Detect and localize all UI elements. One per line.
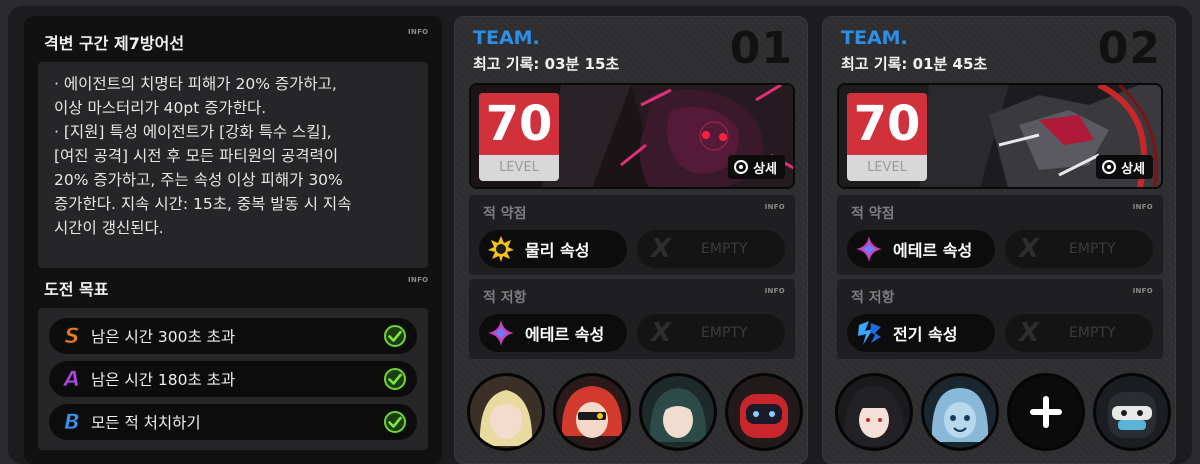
empty-label: EMPTY [701, 325, 748, 341]
agent-red-avatar[interactable] [553, 373, 631, 451]
description-line: [여진 공격] 시전 후 모든 파티원의 공격력이 [54, 147, 339, 165]
resistance-section: 적 저항 INFO 전기 속성 X EMPTY [837, 279, 1163, 359]
enemy-banner[interactable]: 70 LEVEL 상세 [837, 83, 1163, 189]
resistance-info-tag[interactable]: INFO [1133, 287, 1153, 295]
weakness-empty-slot: X EMPTY [637, 230, 785, 268]
enemy-banner[interactable]: 70 LEVEL 상세 [469, 83, 795, 189]
detail-label: 상세 [1121, 161, 1145, 177]
agent-bangboo-red-avatar[interactable] [725, 373, 803, 451]
resistance-attribute[interactable]: 에테르 속성 [479, 314, 627, 352]
description-line: 시간이 갱신된다. [54, 219, 164, 237]
power-icon [1102, 160, 1117, 174]
goals-list: S 남은 시간 300초 초과 A 남은 시간 180초 초과 B 모든 적 처… [38, 308, 428, 450]
team-number: 01 [729, 23, 793, 74]
empty-x-icon: X [651, 234, 672, 264]
check-icon [384, 368, 406, 390]
check-icon [384, 411, 406, 433]
resistance-info-tag[interactable]: INFO [765, 287, 785, 295]
empty-x-icon: X [1019, 234, 1040, 264]
level-value: 70 [479, 93, 559, 155]
empty-x-icon: X [1019, 318, 1040, 348]
resistance-empty-slot: X EMPTY [637, 314, 785, 352]
empty-label: EMPTY [1069, 325, 1116, 341]
weakness-attribute[interactable]: 물리 속성 [479, 230, 627, 268]
stage-info-panel: 격변 구간 제7방어선 INFO · 에이전트의 치명타 피해가 20% 증가하… [24, 16, 442, 464]
resistance-title: 적 저항 [483, 290, 527, 306]
goals-info-tag[interactable]: INFO [408, 276, 428, 284]
plus-icon [1030, 396, 1062, 428]
weakness-title: 적 약점 [851, 206, 895, 222]
goal-label: 모든 적 처치하기 [91, 414, 201, 432]
weakness-label: 물리 속성 [525, 241, 590, 260]
stage-description: · 에이전트의 치명타 피해가 20% 증가하고, 이상 마스터리가 40pt … [38, 62, 428, 268]
goal-item: A 남은 시간 180초 초과 [49, 361, 417, 397]
add-member-button[interactable] [1007, 373, 1085, 451]
empty-x-icon: X [651, 318, 672, 348]
goal-label: 남은 시간 180초 초과 [91, 371, 236, 389]
weakness-empty-slot: X EMPTY [1005, 230, 1153, 268]
goal-label: 남은 시간 300초 초과 [91, 328, 236, 346]
team-card-02[interactable]: TEAM. 02 최고 기록: 01분 45초 70 LEVEL 상세 적 약점… [822, 16, 1176, 464]
description-line: 20% 증가하고, 주는 속성 이상 피해가 30% [54, 171, 343, 189]
empty-label: EMPTY [1069, 241, 1116, 257]
weakness-section: 적 약점 INFO 물리 속성 X EMPTY [469, 195, 795, 275]
team-label: TEAM. [473, 27, 540, 49]
detail-button[interactable]: 상세 [728, 155, 785, 179]
description-line: 증가한다. 지속 시간: 15초, 중복 발동 시 지속 [54, 195, 352, 213]
team-label: TEAM. [841, 27, 908, 49]
weakness-info-tag[interactable]: INFO [765, 203, 785, 211]
weakness-section: 적 약점 INFO 에테르 속성 X EMPTY [837, 195, 1163, 275]
best-record: 최고 기록: 03분 15초 [473, 55, 620, 73]
check-icon [384, 325, 406, 347]
agent-dark-hair-avatar[interactable] [835, 373, 913, 451]
empty-label: EMPTY [701, 241, 748, 257]
level-badge: 70 LEVEL [847, 93, 927, 181]
detail-label: 상세 [753, 161, 777, 177]
goal-item: S 남은 시간 300초 초과 [49, 318, 417, 354]
ether-icon [488, 320, 514, 346]
resistance-empty-slot: X EMPTY [1005, 314, 1153, 352]
team-card-01[interactable]: TEAM. 01 최고 기록: 03분 15초 70 LEVEL 상세 적 약점… [454, 16, 808, 464]
resistance-label: 전기 속성 [893, 325, 958, 344]
ether-icon [856, 236, 882, 262]
grade-a-icon: A [63, 367, 81, 392]
goal-item: B 모든 적 처치하기 [49, 404, 417, 440]
resistance-title: 적 저항 [851, 290, 895, 306]
resistance-label: 에테르 속성 [525, 325, 605, 344]
team-number: 02 [1097, 23, 1161, 74]
level-label: LEVEL [867, 160, 907, 175]
resistance-section: 적 저항 INFO 에테르 속성 X EMPTY [469, 279, 795, 359]
resistance-attribute[interactable]: 전기 속성 [847, 314, 995, 352]
description-line: 이상 마스터리가 40pt 증가한다. [54, 99, 267, 117]
team-members [833, 373, 1171, 453]
detail-button[interactable]: 상세 [1096, 155, 1153, 179]
physical-icon [488, 236, 514, 262]
level-badge: 70 LEVEL [479, 93, 559, 181]
best-record: 최고 기록: 01분 45초 [841, 55, 988, 73]
agent-blue-avatar[interactable] [921, 373, 999, 451]
description-line: · [지원] 특성 에이전트가 [강화 특수 스킬], [54, 123, 332, 141]
team-members [465, 373, 803, 453]
goals-title: 도전 목표 [44, 280, 109, 299]
weakness-attribute[interactable]: 에테르 속성 [847, 230, 995, 268]
power-icon [734, 160, 749, 174]
grade-b-icon: B [63, 410, 80, 435]
weakness-info-tag[interactable]: INFO [1133, 203, 1153, 211]
electric-icon [858, 321, 881, 345]
weakness-label: 에테르 속성 [893, 241, 973, 260]
agent-bangboo-black-avatar[interactable] [1093, 373, 1171, 451]
grade-s-icon: S [64, 324, 80, 349]
stage-info-tag[interactable]: INFO [408, 28, 428, 36]
weakness-title: 적 약점 [483, 206, 527, 222]
level-label: LEVEL [499, 160, 539, 175]
description-line: · 에이전트의 치명타 피해가 20% 증가하고, [54, 75, 337, 93]
level-value: 70 [847, 93, 927, 155]
stage-title: 격변 구간 제7방어선 [44, 34, 185, 53]
agent-teal-avatar[interactable] [639, 373, 717, 451]
agent-blonde-avatar[interactable] [467, 373, 545, 451]
